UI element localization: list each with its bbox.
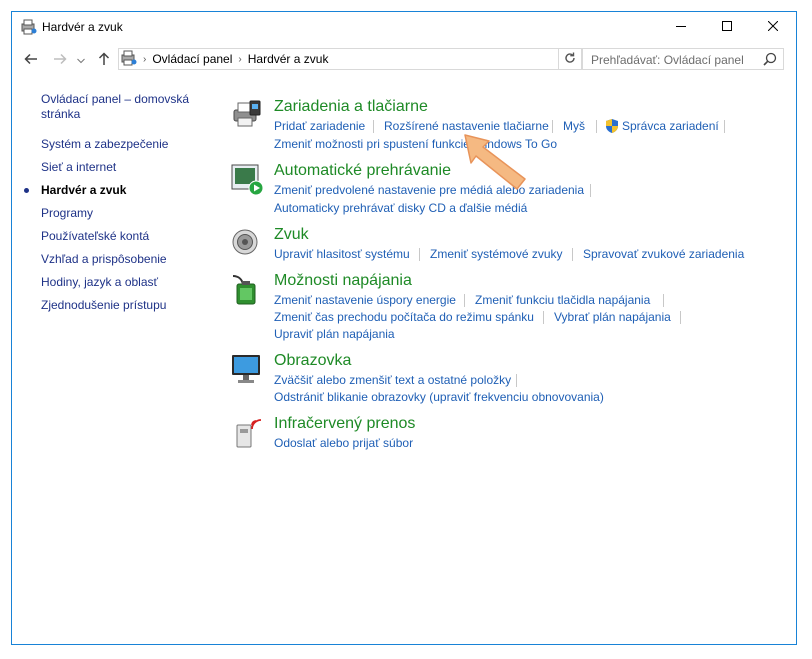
link-add-device[interactable]: Pridať zariadenie xyxy=(274,119,365,133)
maximize-icon xyxy=(722,20,732,34)
link-device-manager[interactable]: Správca zariadení xyxy=(622,119,719,133)
sidebar-item-label: Ovládací panel – domovská xyxy=(41,92,190,106)
minimize-icon xyxy=(676,20,686,34)
pointer-arrow-icon xyxy=(463,133,529,198)
breadcrumb-item[interactable]: Hardvér a zvuk xyxy=(248,52,329,66)
active-item-bullet xyxy=(24,188,29,193)
monitor-icon xyxy=(230,352,264,386)
search-input[interactable]: Prehľadávať: Ovládací panel xyxy=(582,48,784,70)
link-resize-text[interactable]: Zväčšiť alebo zmenšiť text a ostatné pol… xyxy=(274,373,511,387)
link-separator xyxy=(419,248,420,261)
link-edit-power-plan[interactable]: Upraviť plán napájania xyxy=(274,327,395,341)
link-manage-audio-devices[interactable]: Spravovať zvukové zariadenia xyxy=(583,247,744,261)
category-title[interactable]: Infračervený prenos xyxy=(274,415,415,433)
link-separator xyxy=(552,120,553,133)
link-separator xyxy=(572,248,573,261)
title-bar: Hardvér a zvuk xyxy=(12,12,796,42)
back-button[interactable] xyxy=(21,50,41,70)
link-separator xyxy=(464,294,465,307)
window-title: Hardvér a zvuk xyxy=(42,20,123,34)
search-icon[interactable] xyxy=(763,52,777,69)
link-separator xyxy=(596,120,597,133)
sidebar-item-label: stránka xyxy=(41,107,81,121)
infrared-icon xyxy=(230,415,264,449)
link-send-receive-file[interactable]: Odoslať alebo prijať súbor xyxy=(274,436,413,450)
control-panel-app-icon xyxy=(21,19,37,35)
uac-shield-icon xyxy=(604,118,620,137)
close-icon xyxy=(767,20,779,34)
chevron-down-icon xyxy=(77,53,85,67)
back-arrow-icon xyxy=(24,53,38,68)
breadcrumb: › Ovládací panel › Hardvér a zvuk xyxy=(121,49,328,69)
control-panel-location-icon xyxy=(121,50,137,69)
link-sleep-timing[interactable]: Zmeniť čas prechodu počítača do režimu s… xyxy=(274,310,534,324)
recent-locations-button[interactable] xyxy=(74,50,88,70)
refresh-icon xyxy=(564,52,576,67)
sidebar-item-hardware-sound[interactable]: Hardvér a zvuk xyxy=(41,183,126,198)
up-button[interactable] xyxy=(94,50,114,70)
link-advanced-printer-setup[interactable]: Rozšírené nastavenie tlačiarne xyxy=(384,119,549,133)
maximize-button[interactable] xyxy=(704,12,750,42)
link-separator xyxy=(590,184,591,197)
sidebar-item-ease-of-access[interactable]: Zjednodušenie prístupu xyxy=(41,298,166,313)
category-title[interactable]: Zvuk xyxy=(274,226,309,244)
link-change-system-sounds[interactable]: Zmeniť systémové zvuky xyxy=(430,247,563,261)
breadcrumb-separator-icon: › xyxy=(143,53,147,65)
breadcrumb-item[interactable]: Ovládací panel xyxy=(152,52,232,66)
link-separator xyxy=(663,294,664,307)
sidebar-item-control-panel-home[interactable]: Ovládací panel – domovská stránka xyxy=(41,92,189,122)
speaker-icon xyxy=(230,226,264,260)
link-screen-flicker[interactable]: Odstrániť blikanie obrazovky (upraviť fr… xyxy=(274,390,604,404)
printer-icon xyxy=(230,98,264,132)
link-separator xyxy=(543,311,544,324)
link-default-media-settings[interactable]: Zmeniť predvolené nastavenie pre médiá a… xyxy=(274,183,584,197)
category-title[interactable]: Automatické prehrávanie xyxy=(274,162,451,180)
autoplay-icon xyxy=(230,162,264,196)
link-mouse[interactable]: Myš xyxy=(563,119,585,133)
sidebar-item-user-accounts[interactable]: Používateľské kontá xyxy=(41,229,149,244)
forward-arrow-icon xyxy=(53,53,67,68)
link-power-saving-settings[interactable]: Zmeniť nastavenie úspory energie xyxy=(274,293,456,307)
sidebar-item-programs[interactable]: Programy xyxy=(41,206,93,221)
link-autoplay-cds[interactable]: Automaticky prehrávať disky CD a ďalšie … xyxy=(274,201,527,215)
address-bar[interactable]: › Ovládací panel › Hardvér a zvuk xyxy=(118,48,582,70)
link-choose-power-plan[interactable]: Vybrať plán napájania xyxy=(554,310,671,324)
link-separator xyxy=(373,120,374,133)
link-separator xyxy=(516,374,517,387)
category-title[interactable]: Obrazovka xyxy=(274,352,351,370)
search-placeholder: Prehľadávať: Ovládací panel xyxy=(591,53,744,67)
up-arrow-icon xyxy=(98,51,110,69)
minimize-button[interactable] xyxy=(658,12,704,42)
close-button[interactable] xyxy=(750,12,796,42)
sidebar-item-clock-language[interactable]: Hodiny, jazyk a oblasť xyxy=(41,275,158,290)
link-adjust-volume[interactable]: Upraviť hlasitosť systému xyxy=(274,247,410,261)
navigation-bar: › Ovládací panel › Hardvér a zvuk Prehľa… xyxy=(12,43,796,77)
sidebar-item-network-internet[interactable]: Sieť a internet xyxy=(41,160,116,175)
category-title[interactable]: Zariadenia a tlačiarne xyxy=(274,98,428,116)
link-separator xyxy=(724,120,725,133)
category-title[interactable]: Možnosti napájania xyxy=(274,272,412,290)
breadcrumb-separator-icon: › xyxy=(238,53,242,65)
battery-icon xyxy=(230,272,264,306)
link-separator xyxy=(680,311,681,324)
control-panel-window: Hardvér a zvuk › Ovládací panel › Hardvé… xyxy=(11,11,797,645)
refresh-button[interactable] xyxy=(558,49,581,69)
link-power-button-function[interactable]: Zmeniť funkciu tlačidla napájania xyxy=(475,293,650,307)
forward-button[interactable] xyxy=(50,50,70,70)
sidebar-item-system-security[interactable]: Systém a zabezpečenie xyxy=(41,137,168,152)
sidebar-item-appearance[interactable]: Vzhľad a prispôsobenie xyxy=(41,252,167,267)
